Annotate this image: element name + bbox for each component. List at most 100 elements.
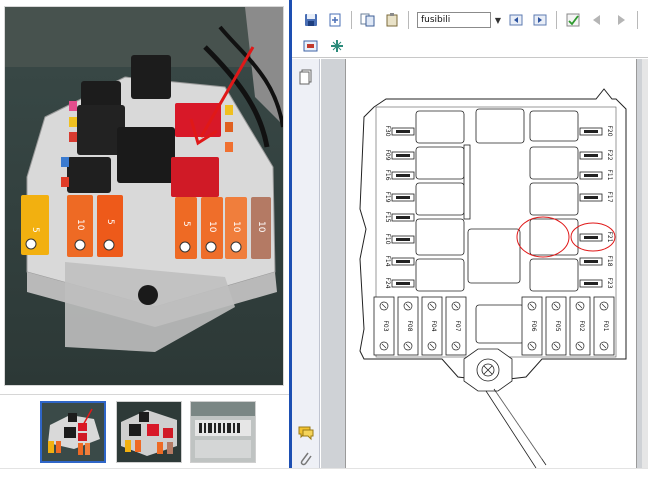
photo-fuse-label: 5 bbox=[181, 221, 191, 227]
diagram-cable bbox=[485, 388, 547, 469]
fit-page-button[interactable] bbox=[324, 10, 346, 30]
fuse-label-bottom: F02 bbox=[578, 320, 585, 331]
navigation-rail bbox=[292, 59, 320, 468]
copy-button[interactable] bbox=[357, 10, 379, 30]
fuse-bottom: F08 bbox=[397, 296, 419, 356]
fuse-label-left: F30 bbox=[384, 125, 391, 136]
hand-tool-icon bbox=[303, 40, 318, 51]
comments-button[interactable] bbox=[297, 425, 315, 445]
fuse-box-diagram: F30 F09 F16 F19 F15 F10 F14 F24 F20 F22 F11 F17 F21 F… bbox=[359, 88, 627, 469]
fuse-label-left: F19 bbox=[384, 191, 391, 202]
document-scrollbar[interactable] bbox=[642, 59, 648, 468]
bottom-strip bbox=[0, 468, 648, 486]
bolt-terminal bbox=[463, 348, 513, 392]
search-dropdown-button[interactable]: ▼ bbox=[493, 12, 503, 28]
paste-icon bbox=[386, 13, 398, 27]
relay-slot bbox=[475, 108, 525, 144]
thumbnail-1[interactable] bbox=[40, 401, 106, 463]
relay-slot bbox=[415, 182, 465, 216]
toolbar-separator bbox=[351, 11, 352, 29]
fuse-label-bottom: F03 bbox=[382, 320, 389, 331]
forward-icon bbox=[618, 15, 625, 25]
toolbar-separator bbox=[556, 11, 557, 29]
search-previous-button[interactable] bbox=[505, 10, 527, 30]
photo-fuse-label: 5 bbox=[105, 219, 115, 225]
fuse-label-left: F16 bbox=[384, 169, 391, 180]
fuse-label-bottom: F04 bbox=[430, 320, 437, 331]
relay-slot bbox=[529, 258, 579, 292]
save-button[interactable] bbox=[300, 10, 322, 30]
gallery-divider bbox=[0, 394, 289, 395]
fuse-label-left: F15 bbox=[384, 211, 391, 222]
fuse-bottom: F06 bbox=[521, 296, 543, 356]
document-area[interactable]: F30 F09 F16 F19 F15 F10 F14 F24 F20 F22 F11 F17 F21 F… bbox=[321, 59, 648, 469]
photo-fuse-label: 10 bbox=[231, 221, 241, 233]
toolbar-separator bbox=[637, 11, 638, 29]
pages-panel-icon bbox=[299, 69, 312, 85]
search-prev-icon bbox=[509, 14, 523, 26]
fuse-bottom: F04 bbox=[421, 296, 443, 356]
thumbnail-image bbox=[191, 402, 255, 462]
back-icon bbox=[593, 15, 600, 25]
hand-tool-button[interactable] bbox=[300, 36, 322, 56]
fuse-bottom: F03 bbox=[373, 296, 395, 356]
paste-button[interactable] bbox=[381, 10, 403, 30]
relay-slot bbox=[467, 228, 521, 284]
fuse-label-bottom: F01 bbox=[602, 320, 609, 331]
attachment-icon bbox=[300, 452, 312, 466]
fuse-label-right: F22 bbox=[606, 149, 613, 160]
pdf-page: F30 F09 F16 F19 F15 F10 F14 F24 F20 F22 F11 F17 F21 F… bbox=[345, 59, 637, 469]
comments-icon bbox=[298, 426, 314, 441]
spellcheck-button[interactable] bbox=[562, 10, 584, 30]
fuse-bottom: F02 bbox=[569, 296, 591, 356]
relay-gap bbox=[463, 144, 471, 220]
main-photo[interactable]: 5 10 5 5 10 10 10 bbox=[4, 6, 284, 386]
search-next-icon bbox=[533, 14, 547, 26]
relay-slot bbox=[529, 182, 579, 216]
fuse-label-bottom: F06 bbox=[530, 320, 537, 331]
search-next-button[interactable] bbox=[529, 10, 551, 30]
pages-panel-button[interactable] bbox=[298, 69, 314, 89]
fuse-label-bottom: F07 bbox=[454, 320, 461, 331]
fuse-label-right: F21 bbox=[606, 231, 613, 242]
copy-icon bbox=[360, 13, 375, 27]
photo-fuse-label: 10 bbox=[207, 221, 217, 233]
select-tool-button[interactable] bbox=[326, 36, 348, 56]
chevron-down-icon: ▼ bbox=[494, 15, 502, 25]
forward-button[interactable] bbox=[610, 10, 632, 30]
fuse-bottom: F07 bbox=[445, 296, 467, 356]
thumbnail-image bbox=[117, 402, 181, 462]
secondary-toolbar bbox=[292, 34, 648, 58]
fuse-label-bottom: F05 bbox=[554, 320, 561, 331]
back-button[interactable] bbox=[586, 10, 608, 30]
thumbnail-2[interactable] bbox=[116, 401, 182, 463]
relay-slot bbox=[529, 110, 579, 142]
fuse-label-right: F18 bbox=[606, 255, 613, 266]
relay-slot bbox=[415, 258, 465, 292]
fuse-label-left: F24 bbox=[384, 277, 391, 288]
attachment-button[interactable] bbox=[299, 451, 313, 471]
thumbnail-image bbox=[42, 403, 104, 461]
toolbar-separator bbox=[408, 11, 409, 29]
relay-slot bbox=[415, 110, 465, 144]
relay-slot bbox=[415, 146, 465, 180]
relay-slot bbox=[475, 304, 525, 344]
search-input[interactable]: fusibili bbox=[417, 12, 491, 28]
relay-slot bbox=[529, 146, 579, 180]
image-gallery: 5 10 5 5 10 10 10 bbox=[0, 0, 289, 486]
fuse-label-bottom: F08 bbox=[406, 320, 413, 331]
save-icon bbox=[305, 14, 317, 26]
diagram-cable-end bbox=[495, 391, 543, 460]
relay-slot bbox=[415, 218, 465, 256]
main-toolbar: fusibili ▼ bbox=[292, 8, 648, 32]
fuse-label-left: F14 bbox=[384, 255, 391, 266]
photo-fuse-label: 5 bbox=[30, 227, 40, 233]
photo-fuse-label: 10 bbox=[256, 221, 266, 233]
fuse-label-right: F20 bbox=[606, 125, 613, 136]
fuse-label-right: F17 bbox=[606, 191, 613, 202]
photo-fuse-label: 10 bbox=[75, 219, 85, 231]
spellcheck-icon bbox=[566, 13, 580, 27]
fuse-label-right: F23 bbox=[606, 277, 613, 288]
thumbnail-3[interactable] bbox=[190, 401, 256, 463]
fuse-label-left: F10 bbox=[384, 233, 391, 244]
